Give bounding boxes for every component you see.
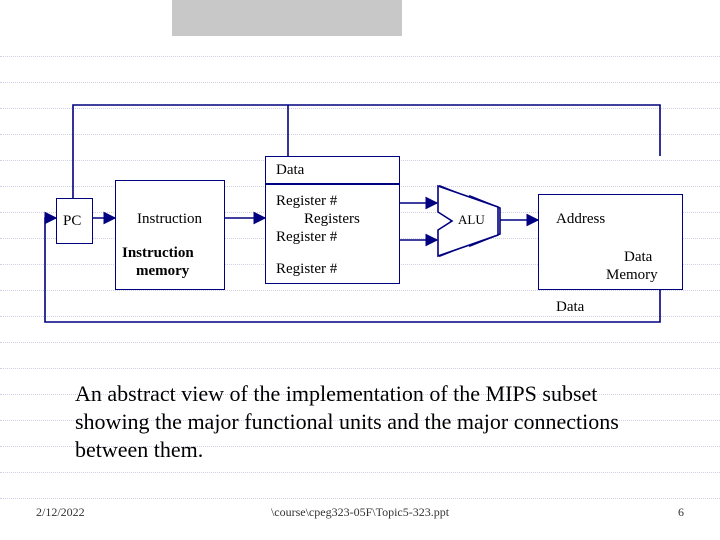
address-label: Address xyxy=(556,210,605,228)
pc-label: PC xyxy=(63,212,81,230)
data-top-label: Data xyxy=(276,161,304,179)
instruction-memory-label-2: memory xyxy=(136,262,189,280)
data-memory-label-1: Data xyxy=(624,248,652,266)
instruction-label: Instruction xyxy=(137,210,202,228)
alu-label: ALU xyxy=(458,212,485,228)
footer-path: \course\cpeg323-05F\Topic5-323.ppt xyxy=(0,505,720,520)
instruction-memory-label-1: Instruction xyxy=(122,244,194,262)
data-memory-label-2: Memory xyxy=(606,266,658,284)
slide-caption: An abstract view of the implementation o… xyxy=(75,380,665,464)
registers-port-top: Register # xyxy=(276,192,337,210)
registers-center-label: Registers xyxy=(304,210,360,228)
data-bottom-label: Data xyxy=(556,298,584,316)
registers-port-bottom: Register # xyxy=(276,260,337,278)
registers-port-mid: Register # xyxy=(276,228,337,246)
footer-page-number: 6 xyxy=(678,505,684,520)
